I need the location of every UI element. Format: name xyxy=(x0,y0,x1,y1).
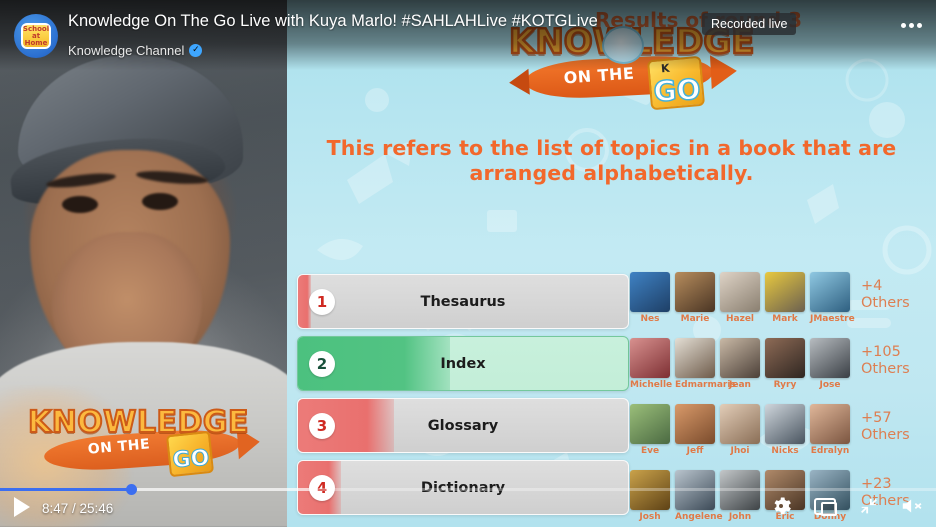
picture-in-picture-icon xyxy=(814,497,837,516)
school-at-home-logo-icon: School at Home xyxy=(21,23,51,49)
play-icon xyxy=(14,497,30,517)
participant-name: Jeff xyxy=(686,446,704,456)
participant-name: JMaestre xyxy=(810,314,855,324)
participant-cell[interactable]: JMaestre xyxy=(810,272,855,324)
avatar xyxy=(675,404,715,444)
channel-avatar-line2: at Home xyxy=(24,31,48,47)
participant-name: Hazel xyxy=(725,314,755,324)
participant-cell[interactable]: Hazel xyxy=(720,272,760,324)
avatar xyxy=(765,404,805,444)
avatar xyxy=(675,338,715,378)
fullscreen-button[interactable] xyxy=(856,493,882,519)
recorded-live-badge: Recorded live xyxy=(702,13,797,35)
quiz-option-2-label: Index xyxy=(440,355,486,372)
participant-name: Edralyn xyxy=(810,446,850,456)
quiz-option-3[interactable]: 3 Glossary xyxy=(297,398,629,453)
channel-avatar[interactable]: School at Home xyxy=(14,14,58,58)
gear-icon xyxy=(774,497,791,515)
participant-name: Ryry xyxy=(773,380,797,390)
watermark-go-text: GO xyxy=(171,445,211,474)
participant-cell[interactable]: Mark xyxy=(765,272,805,324)
participant-row: Eve Jeff Jhoi Nicks Edralyn +57 Others xyxy=(630,404,930,466)
kebab-dot xyxy=(900,22,906,28)
participant-others-count: +57 Others xyxy=(861,410,910,443)
participant-cell[interactable]: Nes xyxy=(630,272,670,324)
progress-played xyxy=(0,488,132,491)
avatar xyxy=(810,272,850,312)
avatar xyxy=(675,272,715,312)
participant-name: Edmarmaris xyxy=(675,380,736,390)
progress-knob[interactable] xyxy=(126,484,138,495)
avatar xyxy=(630,338,670,378)
channel-name[interactable]: Knowledge Channel xyxy=(68,43,184,58)
participant-cell[interactable]: Eve xyxy=(630,404,670,456)
avatar xyxy=(810,338,850,378)
volume-muted-icon xyxy=(902,499,922,513)
avatar xyxy=(720,272,760,312)
participant-row: Nes Marie Hazel Mark JMaestre +4 Others xyxy=(630,272,930,334)
participant-cell[interactable]: Marie xyxy=(675,272,715,324)
participant-others-count: +105 Others xyxy=(861,344,910,377)
participant-others-count: +4 Others xyxy=(861,278,910,311)
participant-cell[interactable]: Jeff xyxy=(675,404,715,456)
verified-badge-icon: ✓ xyxy=(189,44,203,57)
kebab-dot xyxy=(908,22,914,28)
time-display: 8:47 / 25:46 xyxy=(42,501,114,516)
kotg-watermark: KNOWLEDGE ON THE GO xyxy=(16,403,261,479)
volume-button[interactable] xyxy=(898,493,928,519)
participant-name: Jhoi xyxy=(730,446,750,456)
quiz-question-text: This refers to the list of topics in a b… xyxy=(326,136,897,185)
quiz-option-2[interactable]: 2 Index xyxy=(297,336,629,391)
avatar xyxy=(720,404,760,444)
participant-name: Jean xyxy=(729,380,751,390)
kebab-menu-icon[interactable] xyxy=(896,10,926,40)
participant-cell[interactable]: Jose xyxy=(810,338,850,390)
player-top-bar: School at Home Knowledge On The Go Live … xyxy=(0,0,936,70)
quiz-option-1[interactable]: 1 Thesaurus xyxy=(297,274,629,329)
participant-name: Eve xyxy=(640,446,660,456)
exit-fullscreen-icon xyxy=(861,498,877,514)
participant-cell[interactable]: Jean xyxy=(720,338,760,390)
settings-button[interactable] xyxy=(768,493,794,519)
quiz-slide-pane: Results of round 3 Next round in 09 KNOW… xyxy=(287,0,936,527)
participant-name: Jose xyxy=(819,380,841,390)
participant-name: Mark xyxy=(772,314,798,324)
avatar xyxy=(630,272,670,312)
participant-name: Marie xyxy=(680,314,710,324)
watermark-knowledge-text: KNOWLEDGE xyxy=(27,404,250,441)
kotg-logo-go-text: GO xyxy=(652,72,702,109)
avatar xyxy=(765,338,805,378)
participant-cell[interactable]: Edmarmaris xyxy=(675,338,736,390)
participant-cell[interactable]: Jhoi xyxy=(720,404,760,456)
channel-avatar-text: School at Home xyxy=(23,25,49,47)
video-player-page: KNOWLEDGE ON THE GO Results of round 3 O… xyxy=(0,0,936,527)
webcam-video-pane[interactable]: KNOWLEDGE ON THE GO xyxy=(0,0,287,527)
kebab-dot xyxy=(916,22,922,28)
quiz-option-1-label: Thesaurus xyxy=(420,293,506,310)
participant-name: Nicks xyxy=(771,446,799,456)
participant-cell[interactable]: Michelle xyxy=(630,338,673,390)
play-button[interactable] xyxy=(8,493,36,521)
avatar xyxy=(630,404,670,444)
avatar xyxy=(765,272,805,312)
host-eye-left xyxy=(62,196,98,213)
participant-cell[interactable]: Ryry xyxy=(765,338,805,390)
participant-name: Michelle xyxy=(630,380,673,390)
participant-name: Nes xyxy=(640,314,660,324)
channel-line: Knowledge Channel ✓ xyxy=(68,43,203,58)
video-title[interactable]: Knowledge On The Go Live with Kuya Marlo… xyxy=(68,12,708,31)
progress-bar[interactable] xyxy=(0,484,936,495)
host-eye-right xyxy=(142,193,178,210)
quiz-option-3-label: Glossary xyxy=(427,417,499,434)
avatar xyxy=(810,404,850,444)
participant-row: Michelle Edmarmaris Jean Ryry Jose +105 … xyxy=(630,338,930,400)
picture-in-picture-button[interactable] xyxy=(812,493,838,519)
participant-cell[interactable]: Edralyn xyxy=(810,404,850,456)
avatar xyxy=(720,338,760,378)
participant-cell[interactable]: Nicks xyxy=(765,404,805,456)
player-controls: 8:47 / 25:46 xyxy=(0,481,936,527)
